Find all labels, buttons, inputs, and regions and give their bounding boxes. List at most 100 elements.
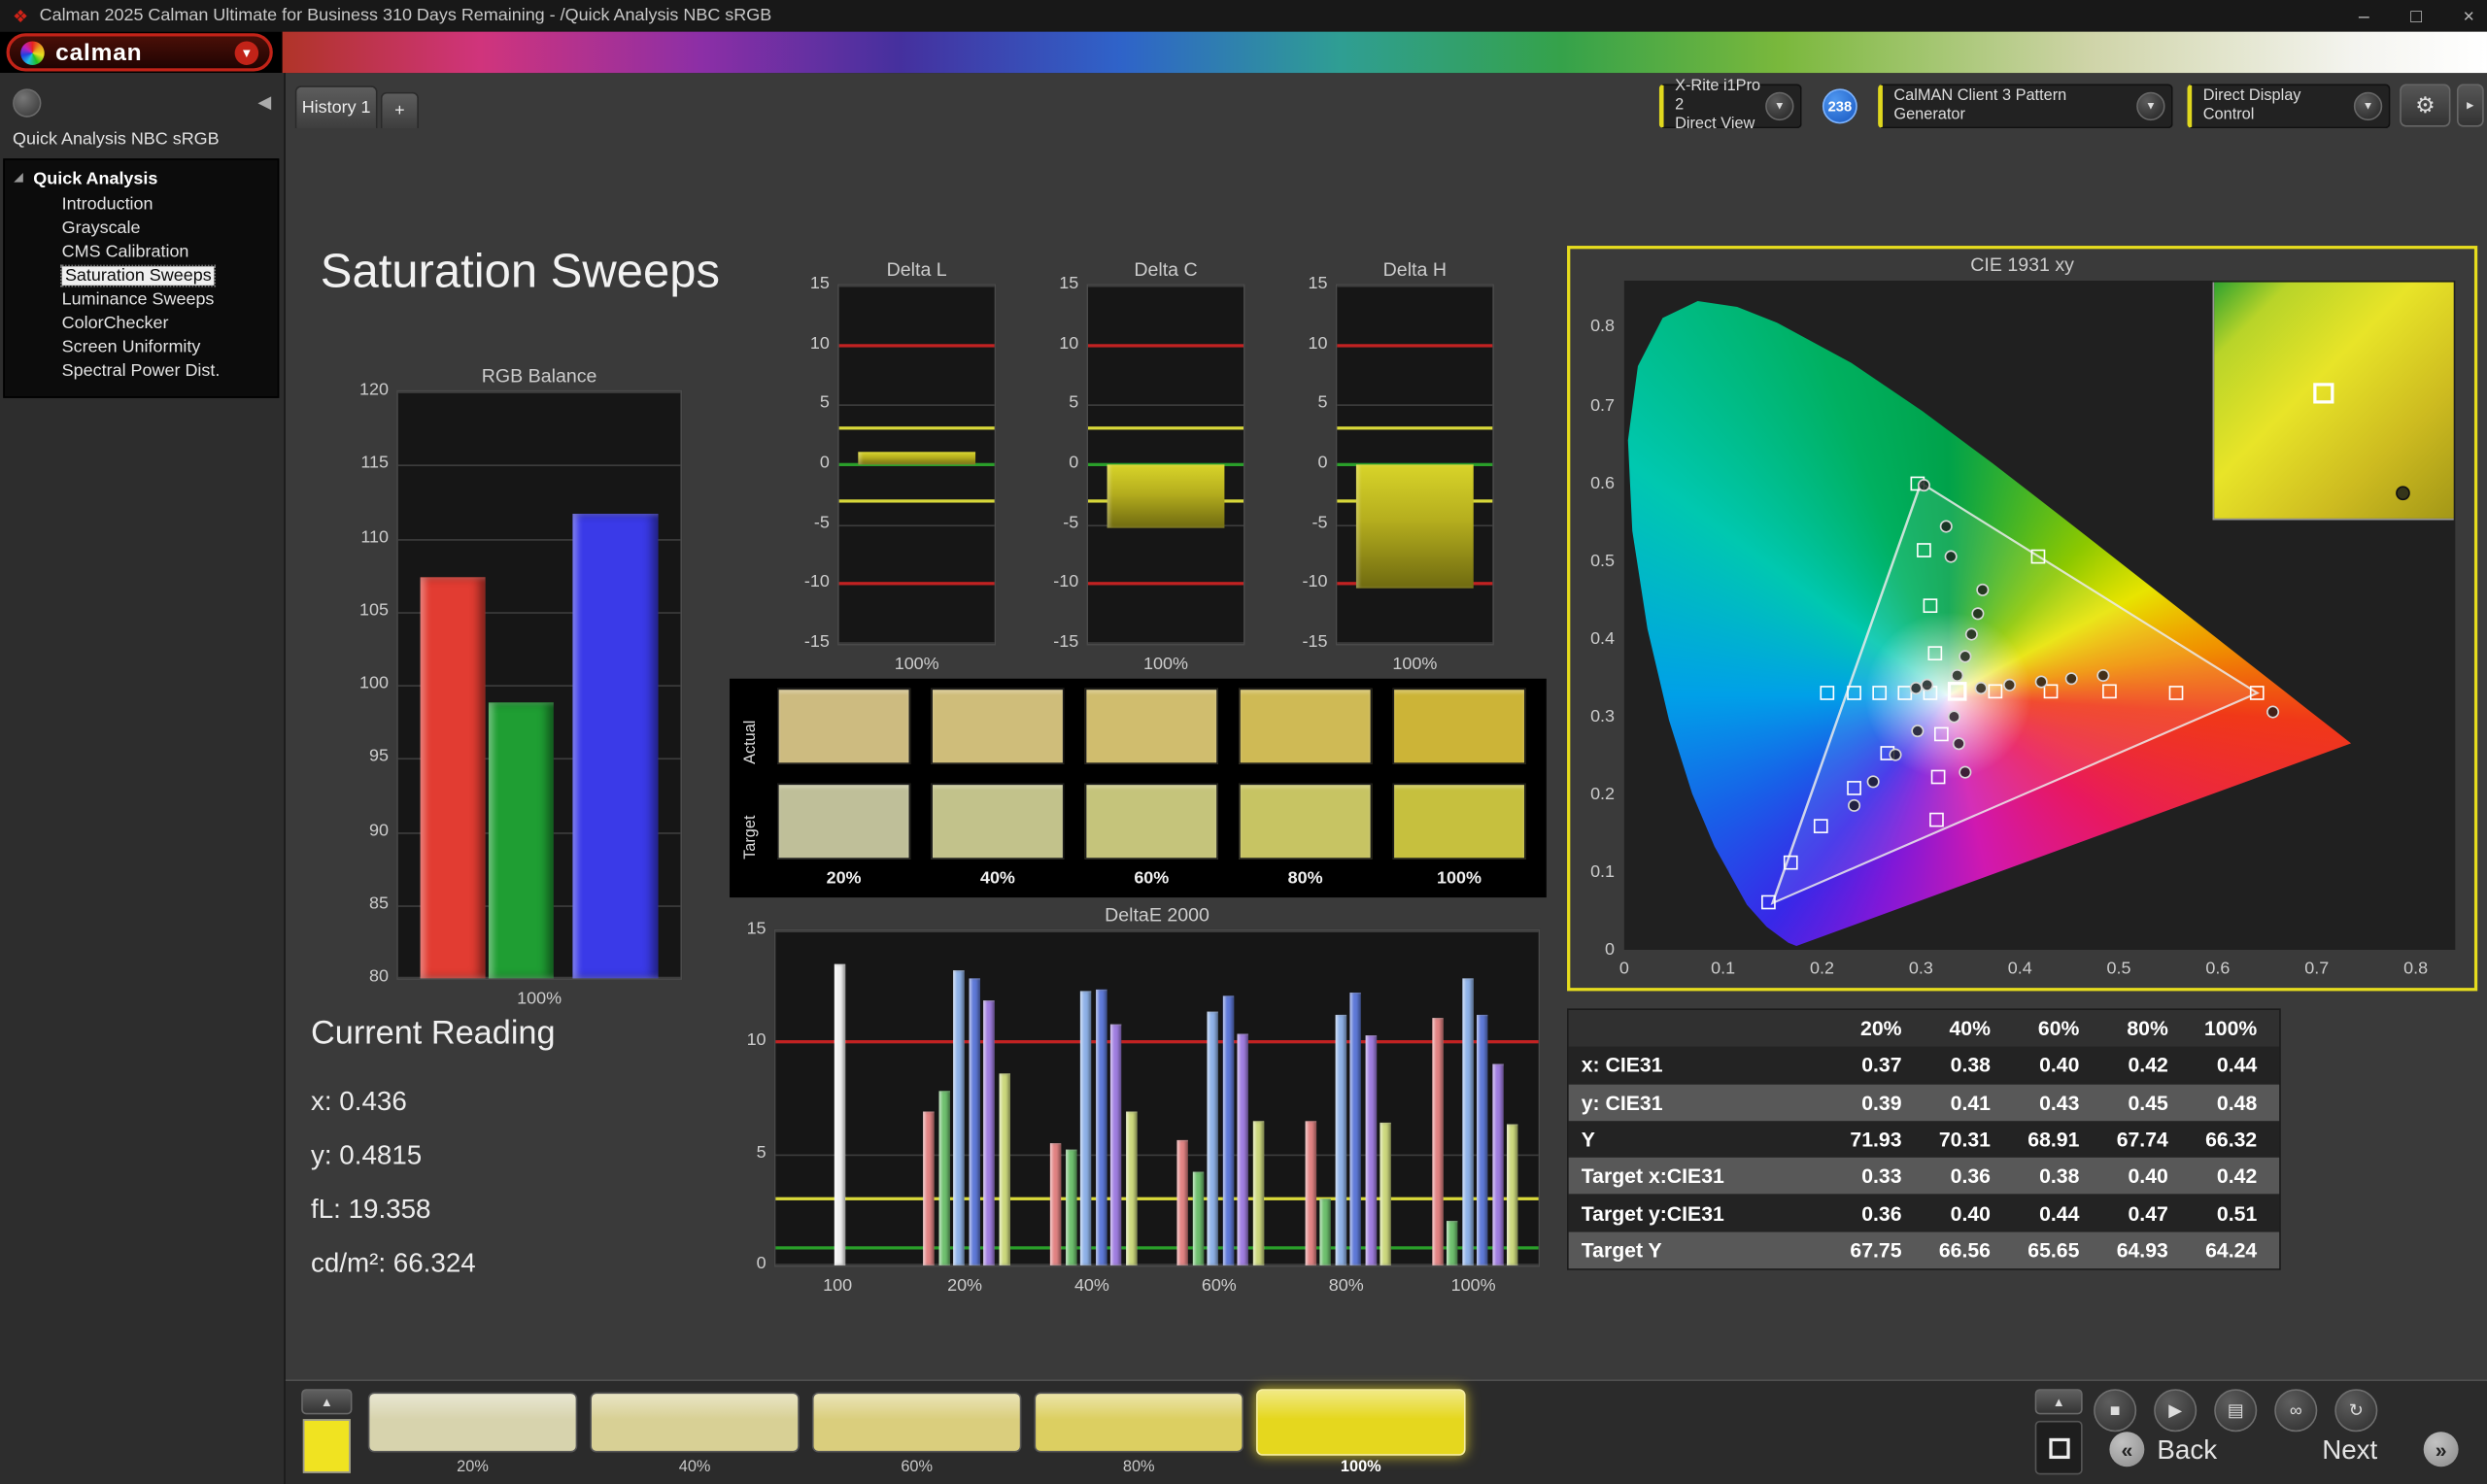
swatch-row-label: Target [742, 815, 761, 860]
y-tick-label: 0.8 [1590, 318, 1616, 337]
rgb-bar-green [488, 702, 554, 979]
gear-icon: ⚙ [2415, 91, 2436, 118]
gridline [775, 1154, 1539, 1156]
reading-value: x: 0.436 [310, 1086, 407, 1117]
sidebar-item-colorchecker[interactable]: ColorChecker [5, 313, 278, 336]
sidebar-options-button[interactable] [13, 88, 42, 118]
title-bar: ❖ Calman 2025 Calman Ultimate for Busine… [0, 0, 2487, 32]
reference-line [1087, 426, 1244, 431]
x-tick-label: 0.6 [2205, 959, 2231, 979]
y-tick-label: -10 [1053, 572, 1079, 592]
chart-title: Delta H [1382, 258, 1447, 281]
pattern-swatch-100%[interactable] [1256, 1389, 1466, 1456]
tree-root-quick-analysis[interactable]: ◢ Quick Analysis [5, 166, 278, 193]
y-tick-label: 5 [819, 393, 830, 414]
target-swatch [1392, 783, 1526, 860]
play-button[interactable]: ▶ [2154, 1389, 2197, 1433]
display-control-dropdown[interactable]: Direct Display Control ▼ [2187, 84, 2391, 129]
close-icon[interactable]: × [2463, 5, 2473, 27]
reading-value: y: 0.4815 [310, 1139, 423, 1170]
sidebar-item-cms-calibration[interactable]: CMS Calibration [5, 241, 278, 264]
refresh-button[interactable]: ↻ [2334, 1389, 2378, 1433]
cie-chart-title: CIE 1931 xy [1970, 253, 2074, 277]
pattern-swatch-40%[interactable] [590, 1392, 800, 1453]
sidebar-item-label: Luminance Sweeps [61, 289, 215, 310]
table-cell: 0.43 [2039, 1090, 2080, 1115]
collapse-sidebar-icon[interactable]: ◀ [257, 92, 271, 113]
x-axis-label: 100% [894, 655, 939, 674]
pattern-swatch-60%[interactable] [811, 1392, 1022, 1453]
tab-history-1[interactable]: History 1 [294, 85, 378, 129]
session-button[interactable]: ∞ [2274, 1389, 2318, 1433]
stop-button[interactable]: ■ [2094, 1389, 2137, 1433]
y-tick-label: -15 [803, 632, 830, 653]
playlist-up-button[interactable]: ▲ [2034, 1389, 2083, 1415]
x-tick-label: 0.5 [2106, 959, 2131, 979]
workflow-tree: ◢ Quick Analysis Introduction Grayscale CM… [3, 158, 280, 398]
sidebar-item-introduction[interactable]: Introduction [5, 193, 278, 217]
deltae-bar [953, 970, 965, 1265]
calman-menu-button[interactable]: calman ▼ [6, 33, 273, 72]
table-cell: 0.45 [2128, 1090, 2168, 1115]
maximize-icon[interactable]: □ [2410, 5, 2422, 27]
meter-dropdown[interactable]: X-Rite i1Pro 2 Direct View ▼ [1658, 78, 1802, 133]
transport-buttons: ■ ▶ ▤ ∞ ↻ [2094, 1389, 2378, 1433]
settings-button[interactable]: ⚙ [2400, 84, 2451, 127]
sidebar-item-luminance-sweeps[interactable]: Luminance Sweeps [5, 288, 278, 312]
sidebar-item-spectral-power-dist[interactable]: Spectral Power Dist. [5, 360, 278, 384]
x-tick-label: 0.1 [1711, 959, 1736, 979]
y-tick-label: 0.3 [1590, 706, 1616, 726]
table-cell: 0.51 [2216, 1200, 2258, 1226]
gridline [1087, 642, 1244, 644]
sidebar-item-grayscale[interactable]: Grayscale [5, 218, 278, 241]
row-label: Target y:CIE31 [1581, 1200, 1724, 1226]
inset-measured-marker [2396, 485, 2411, 500]
pattern-swatch-20%[interactable] [367, 1392, 578, 1453]
window-controls: – □ × [2359, 5, 2474, 27]
actual-swatch [1392, 688, 1526, 764]
reference-line [838, 582, 995, 586]
bottom-swatches: 20% 40% 60% 80% 100% [367, 1389, 1494, 1481]
reference-line [838, 498, 995, 502]
pattern-generator-label: CalMAN Client 3 Pattern Generator [1893, 86, 2067, 124]
x-axis-label: 100% [1392, 655, 1438, 674]
save-button[interactable]: ▤ [2214, 1389, 2258, 1433]
row-label: Target Y [1581, 1237, 1662, 1263]
new-tab-button[interactable]: + [380, 91, 420, 129]
cie-panel[interactable]: CIE 1931 xy 0 0.1 0.2 0.3 0.4 0.5 0.6 0.7 0.8 0 0… [1567, 246, 2478, 992]
back-chevron-button[interactable]: « [2109, 1432, 2145, 1467]
pattern-generator-dropdown[interactable]: CalMAN Client 3 Pattern Generator ▼ [1878, 84, 2173, 129]
preview-expand-button[interactable]: ▲ [301, 1389, 353, 1415]
sidebar-item-screen-uniformity[interactable]: Screen Uniformity [5, 336, 278, 359]
display-control-arrow-icon[interactable]: ▼ [2353, 91, 2383, 121]
table-cell: 0.37 [1861, 1053, 1902, 1078]
pattern-swatch-label: 80% [1122, 1459, 1155, 1476]
x-axis-label: 100 [823, 1276, 853, 1296]
deltae-bar [1065, 1149, 1077, 1265]
sidebar-item-saturation-sweeps[interactable]: Saturation Sweeps [5, 264, 278, 288]
deltae-bar [1364, 1035, 1377, 1265]
pattern-window-button[interactable] [2034, 1420, 2083, 1475]
deltae-bar [1238, 1033, 1249, 1265]
y-tick-label: -15 [1302, 632, 1328, 653]
reference-line [838, 426, 995, 431]
deltae-bar [937, 1091, 950, 1265]
pattern-generator-arrow-icon[interactable]: ▼ [2136, 91, 2165, 121]
meter-dropdown-arrow-icon[interactable]: ▼ [1765, 91, 1794, 121]
swatch-column-label: 60% [1134, 868, 1170, 889]
delta-l-chart: Delta L 15 10 5 0 -5 -10 -15 100% [793, 258, 1003, 674]
next-button[interactable]: Next [2322, 1435, 2377, 1467]
pattern-window-icon [2048, 1436, 2069, 1459]
preview-swatch[interactable] [302, 1419, 351, 1473]
pattern-swatch-80%[interactable] [1034, 1392, 1244, 1453]
table-cell: 71.93 [1850, 1127, 1902, 1152]
y-tick-label: 5 [1069, 393, 1079, 414]
swatch-column-label: 80% [1287, 868, 1323, 889]
minimize-icon[interactable]: – [2359, 5, 2369, 27]
back-button[interactable]: Back [2157, 1435, 2217, 1467]
more-tools-button[interactable]: ▸ [2456, 84, 2484, 127]
current-reading-title: Current Reading [310, 1014, 556, 1052]
y-tick-label: 10 [1059, 333, 1079, 354]
actual-swatch [776, 688, 911, 764]
next-chevron-button[interactable]: » [2423, 1432, 2459, 1467]
